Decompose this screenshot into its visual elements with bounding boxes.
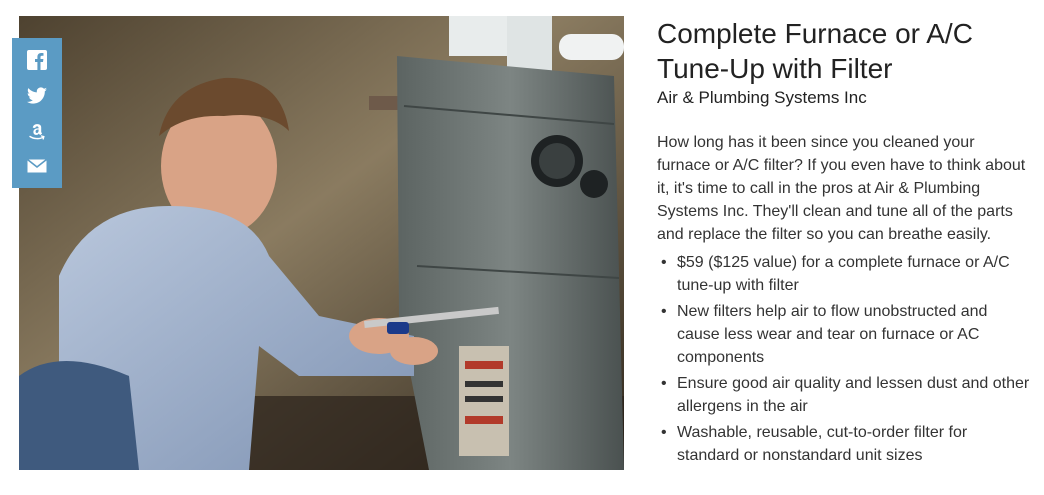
merchant-name: Air & Plumbing Systems Inc: [657, 88, 867, 107]
twitter-icon: [26, 87, 47, 104]
twitter-share-button[interactable]: [25, 83, 49, 107]
highlight-item: $59 ($125 value) for a complete furnace …: [657, 251, 1032, 297]
technician-furnace-image: [19, 16, 624, 470]
highlight-item: Ensure good air quality and lessen dust …: [657, 372, 1032, 418]
email-icon: [27, 159, 47, 173]
deal-title: Complete Furnace or A/C Tune-Up with Fil…: [657, 18, 973, 84]
facebook-share-button[interactable]: [25, 48, 49, 72]
facebook-icon: [27, 49, 47, 70]
amazon-share-button[interactable]: [25, 119, 49, 143]
deal-details: Complete Furnace or A/C Tune-Up with Fil…: [657, 16, 1032, 470]
email-share-button[interactable]: [25, 154, 49, 178]
share-bar: [12, 38, 62, 188]
deal-photo: [19, 16, 624, 470]
deal-highlights: $59 ($125 value) for a complete furnace …: [657, 251, 1032, 467]
highlight-item: New filters help air to flow unobstructe…: [657, 300, 1032, 369]
highlight-item: Washable, reusable, cut-to-order filter …: [657, 421, 1032, 467]
amazon-icon: [29, 123, 45, 140]
deal-description: How long has it been since you cleaned y…: [657, 134, 1026, 243]
